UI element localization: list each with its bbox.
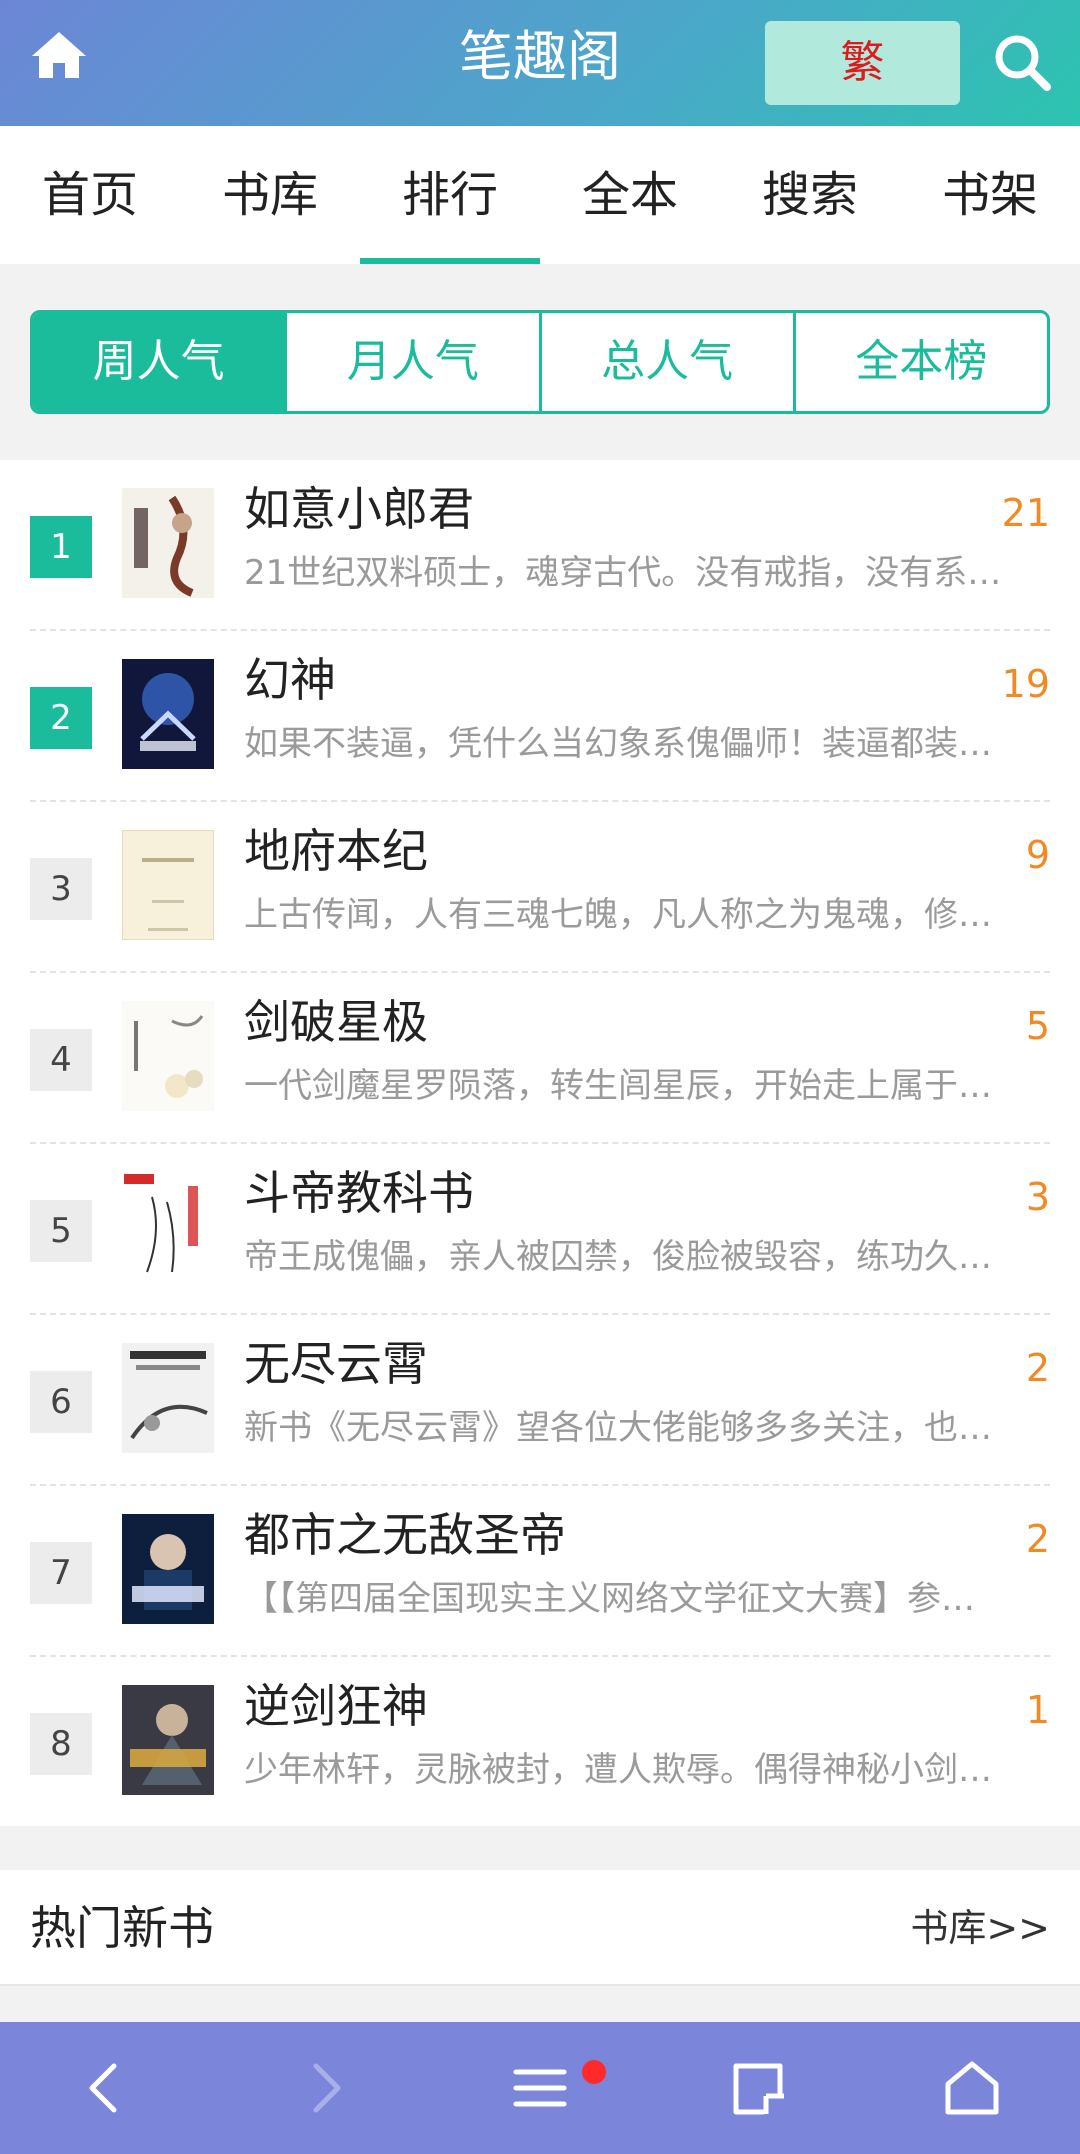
book-description: 如果不装逼，凭什么当幻象系傀儡师！装逼都装… bbox=[244, 724, 992, 764]
book-count: 3 bbox=[1025, 1175, 1050, 1219]
book-title[interactable]: 逆剑狂神 bbox=[244, 1675, 428, 1737]
list-item[interactable]: 3 地府本纪 9 上古传闻，人有三魂七魄，凡人称之为鬼魂，修… bbox=[30, 802, 1050, 973]
book-cover[interactable] bbox=[122, 1685, 214, 1795]
list-item[interactable]: 6 无尽云霄 2 新书《无尽云霄》望各位大佬能够多多关注，也… bbox=[30, 1315, 1050, 1486]
nav-ranking[interactable]: 排行 bbox=[360, 126, 540, 264]
ranking-tabs: 周人气 月人气 总人气 全本榜 bbox=[30, 310, 1050, 414]
book-description: 少年林轩，灵脉被封，遭人欺辱。偶得神秘小剑… bbox=[244, 1750, 992, 1790]
book-description: 一代剑魔星罗陨落，转生闾星辰，开始走上属于… bbox=[244, 1066, 992, 1106]
book-count: 21 bbox=[1001, 491, 1050, 535]
library-more-link[interactable]: 书库>> bbox=[910, 1870, 1050, 1986]
list-item[interactable]: 7 都市之无敌圣帝 2 【【第四届全国现实主义网络文学征文大赛】参… bbox=[30, 1486, 1050, 1657]
app-header: 笔趣阁 繁 bbox=[0, 0, 1080, 126]
rank-badge: 2 bbox=[30, 687, 92, 749]
book-cover[interactable] bbox=[122, 659, 214, 769]
rank-badge: 8 bbox=[30, 1713, 92, 1775]
list-item[interactable]: 4 剑破星极 5 一代剑魔星罗陨落，转生闾星辰，开始走上属于… bbox=[30, 973, 1050, 1144]
search-icon[interactable] bbox=[992, 32, 1052, 92]
book-count: 5 bbox=[1025, 1004, 1050, 1048]
nav-bookshelf[interactable]: 书架 bbox=[900, 126, 1080, 264]
rank-badge: 3 bbox=[30, 858, 92, 920]
book-title[interactable]: 斗帝教科书 bbox=[244, 1162, 474, 1224]
tab-weekly-popular[interactable]: 周人气 bbox=[33, 313, 285, 411]
tab-total-popular[interactable]: 总人气 bbox=[538, 313, 793, 411]
book-description: 上古传闻，人有三魂七魄，凡人称之为鬼魂，修… bbox=[244, 895, 992, 935]
book-description: 21世纪双料硕士，魂穿古代。没有戒指，没有系… bbox=[244, 553, 1002, 593]
list-item[interactable]: 2 幻神 19 如果不装逼，凭什么当幻象系傀儡师！装逼都装… bbox=[30, 631, 1050, 802]
traditional-chinese-button[interactable]: 繁 bbox=[765, 21, 960, 105]
book-description: 新书《无尽云霄》望各位大佬能够多多关注，也… bbox=[244, 1408, 992, 1448]
nav-library[interactable]: 书库 bbox=[180, 126, 360, 264]
forward-icon[interactable] bbox=[292, 2056, 356, 2120]
tab-monthly-popular[interactable]: 月人气 bbox=[284, 313, 538, 411]
main-nav: 首页 书库 排行 全本 搜索 书架 bbox=[0, 126, 1080, 264]
book-title[interactable]: 无尽云霄 bbox=[244, 1333, 428, 1395]
book-count: 2 bbox=[1025, 1346, 1050, 1390]
book-description: 【【第四届全国现实主义网络文学征文大赛】参… bbox=[244, 1579, 975, 1619]
rank-badge: 7 bbox=[30, 1542, 92, 1604]
list-item[interactable]: 5 斗帝教科书 3 帝王成傀儡，亲人被囚禁，俊脸被毁容，练功久… bbox=[30, 1144, 1050, 1315]
book-cover[interactable] bbox=[122, 830, 214, 940]
hot-new-books-section: 热门新书 书库>> bbox=[0, 1870, 1080, 1986]
home-icon[interactable] bbox=[940, 2056, 1004, 2120]
nav-home[interactable]: 首页 bbox=[0, 126, 180, 264]
book-count: 19 bbox=[1001, 662, 1050, 706]
nav-search[interactable]: 搜索 bbox=[720, 126, 900, 264]
list-item[interactable]: 1 如意小郎君 21 21世纪双料硕士，魂穿古代。没有戒指，没有系… bbox=[30, 460, 1050, 631]
browser-bottom-bar bbox=[0, 2022, 1080, 2154]
book-count: 9 bbox=[1025, 833, 1050, 877]
book-title[interactable]: 如意小郎君 bbox=[244, 478, 474, 540]
book-description: 帝王成傀儡，亲人被囚禁，俊脸被毁容，练功久… bbox=[244, 1237, 992, 1277]
nav-complete[interactable]: 全本 bbox=[540, 126, 720, 264]
book-title[interactable]: 地府本纪 bbox=[244, 820, 428, 882]
list-item[interactable]: 8 逆剑狂神 1 少年林轩，灵脉被封，遭人欺辱。偶得神秘小剑… bbox=[30, 1657, 1050, 1828]
ranking-list: 1 如意小郎君 21 21世纪双料硕士，魂穿古代。没有戒指，没有系… 2 幻神 … bbox=[0, 460, 1080, 1826]
section-title: 热门新书 bbox=[30, 1901, 214, 1955]
book-cover[interactable] bbox=[122, 1343, 214, 1453]
back-icon[interactable] bbox=[74, 2056, 138, 2120]
book-cover[interactable] bbox=[122, 1001, 214, 1111]
tabs-icon[interactable] bbox=[726, 2056, 790, 2120]
book-count: 1 bbox=[1025, 1688, 1050, 1732]
notification-dot bbox=[582, 2060, 606, 2084]
book-title[interactable]: 剑破星极 bbox=[244, 991, 428, 1053]
menu-icon[interactable] bbox=[508, 2056, 572, 2120]
rank-badge: 6 bbox=[30, 1371, 92, 1433]
book-cover[interactable] bbox=[122, 1514, 214, 1624]
book-count: 2 bbox=[1025, 1517, 1050, 1561]
rank-badge: 1 bbox=[30, 516, 92, 578]
book-cover[interactable] bbox=[122, 488, 214, 598]
tab-complete-ranking[interactable]: 全本榜 bbox=[792, 313, 1047, 411]
rank-badge: 4 bbox=[30, 1029, 92, 1091]
rank-badge: 5 bbox=[30, 1200, 92, 1262]
book-title[interactable]: 都市之无敌圣帝 bbox=[244, 1504, 566, 1566]
home-icon[interactable] bbox=[30, 30, 88, 80]
book-cover[interactable] bbox=[122, 1172, 214, 1282]
book-title[interactable]: 幻神 bbox=[244, 649, 336, 711]
